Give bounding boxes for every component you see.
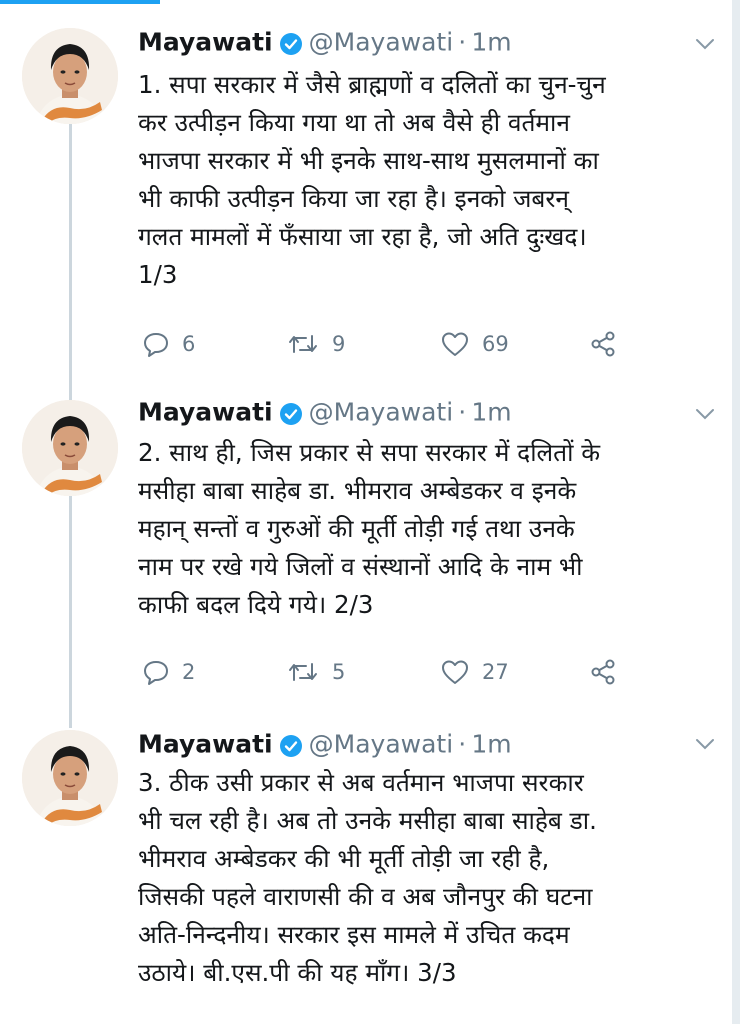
tweet-text: 1. सपा सरकार में जैसे ब्राह्मणों व दलितो… — [138, 70, 606, 289]
user-handle[interactable]: @Mayawati — [309, 28, 454, 57]
chevron-down-icon[interactable] — [692, 34, 718, 54]
reply-icon — [142, 330, 170, 358]
timestamp[interactable]: 1m — [471, 398, 511, 427]
share-button[interactable] — [588, 654, 618, 690]
verified-badge-icon — [279, 401, 303, 425]
retweet-icon — [286, 330, 320, 358]
tweet-3[interactable]: Mayawati @Mayawati · 1m 3. ठीक उसी प्रकार… — [0, 726, 730, 1024]
verified-badge-icon — [279, 31, 303, 55]
reply-count: 2 — [182, 660, 196, 684]
retweet-icon — [286, 658, 320, 686]
tweet-actions: 6 9 69 — [138, 326, 658, 362]
tweet-text: 3. ठीक उसी प्रकार से अब वर्तमान भाजपा सर… — [138, 768, 597, 987]
like-button[interactable]: 69 — [440, 326, 509, 362]
separator-dot: · — [458, 27, 467, 57]
tweet-1[interactable]: Mayawati @Mayawati · 1m 1. सपा सरकार में … — [0, 0, 730, 390]
reply-count: 6 — [182, 332, 196, 356]
share-icon — [588, 657, 618, 687]
display-name[interactable]: Mayawati — [138, 730, 273, 759]
tweet-actions: 2 5 27 — [138, 654, 658, 690]
heart-icon — [440, 330, 470, 358]
display-name[interactable]: Mayawati — [138, 398, 273, 427]
verified-badge-icon — [279, 733, 303, 757]
avatar[interactable] — [22, 400, 118, 496]
user-handle[interactable]: @Mayawati — [309, 730, 454, 759]
separator-dot: · — [458, 729, 467, 759]
avatar[interactable] — [22, 730, 118, 826]
like-count: 27 — [482, 660, 509, 684]
like-button[interactable]: 27 — [440, 654, 509, 690]
like-count: 69 — [482, 332, 509, 356]
separator-dot: · — [458, 397, 467, 427]
retweet-count: 9 — [332, 332, 346, 356]
display-name[interactable]: Mayawati — [138, 28, 273, 57]
reply-button[interactable]: 2 — [142, 654, 195, 690]
scrollbar-track[interactable] — [732, 0, 740, 1024]
tweet-text: 2. साथ ही, जिस प्रकार से सपा सरकार में द… — [138, 438, 601, 619]
timestamp[interactable]: 1m — [471, 28, 511, 57]
reply-button[interactable]: 6 — [142, 326, 195, 362]
chevron-down-icon[interactable] — [692, 734, 718, 754]
chevron-down-icon[interactable] — [692, 404, 718, 424]
reply-icon — [142, 658, 170, 686]
share-button[interactable] — [588, 326, 618, 362]
heart-icon — [440, 658, 470, 686]
retweet-button[interactable]: 5 — [286, 654, 345, 690]
retweet-count: 5 — [332, 660, 346, 684]
share-icon — [588, 329, 618, 359]
user-handle[interactable]: @Mayawati — [309, 398, 454, 427]
retweet-button[interactable]: 9 — [286, 326, 345, 362]
timestamp[interactable]: 1m — [471, 730, 511, 759]
avatar[interactable] — [22, 28, 118, 124]
tweet-2[interactable]: Mayawati @Mayawati · 1m 2. साथ ही, जिस प्… — [0, 390, 730, 726]
